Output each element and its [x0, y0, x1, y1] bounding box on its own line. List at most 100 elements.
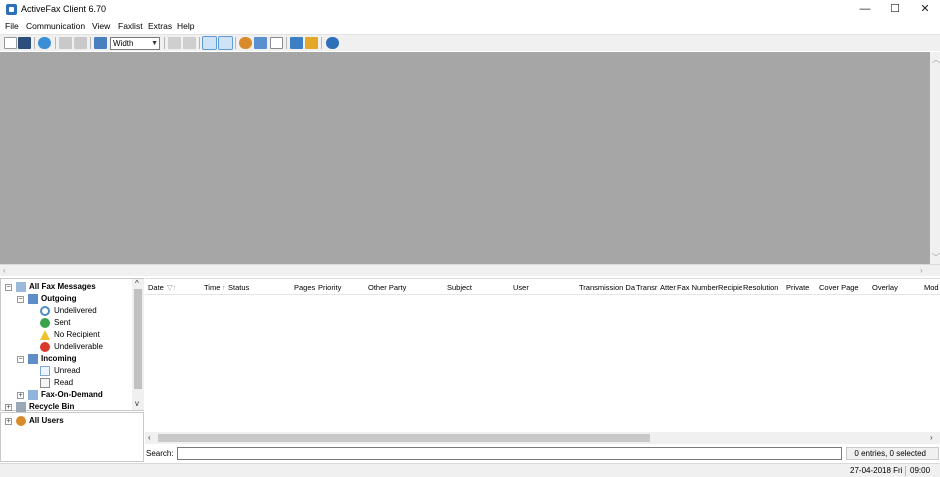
toolbar-separator [164, 37, 165, 49]
column-header-cover-page[interactable]: Cover Page [819, 283, 869, 292]
users-tree: + All Users [0, 412, 144, 462]
preview-horizontal-scrollbar[interactable]: ‹ › [0, 264, 940, 276]
envelope-icon [40, 366, 50, 376]
column-header-pages[interactable]: Pages [294, 283, 318, 292]
scroll-up-icon[interactable]: ^ [135, 279, 139, 288]
scrollbar-thumb[interactable] [158, 434, 650, 442]
print-preview-icon[interactable] [74, 37, 87, 49]
page-view-icon[interactable] [183, 37, 196, 49]
menu-file[interactable]: File [5, 21, 19, 31]
menu-help[interactable]: Help [177, 21, 194, 31]
column-header-priority[interactable]: Priority [318, 283, 366, 292]
column-header-time[interactable]: Time [204, 283, 224, 292]
fit-page-icon[interactable] [168, 37, 181, 49]
tree-item-fax-on-demand[interactable]: + Fax-On-Demand [17, 389, 129, 401]
tree-item-read[interactable]: Read [40, 377, 130, 389]
app-window: ActiveFax Client 6.70 — ☐ ✕ File Communi… [0, 0, 940, 477]
tree-item-incoming[interactable]: − Incoming [17, 353, 127, 365]
users-icon[interactable] [239, 37, 252, 49]
toolbar-separator [55, 37, 56, 49]
tree-vertical-scrollbar[interactable]: ^ v [132, 279, 144, 410]
tree-item-sent[interactable]: Sent [40, 317, 130, 329]
column-header-attempts[interactable]: Atter [660, 283, 677, 292]
close-button[interactable]: ✕ [910, 0, 940, 19]
column-header-status[interactable]: Status [228, 283, 288, 292]
list-view-icon[interactable] [202, 36, 217, 50]
scroll-right-icon[interactable]: › [930, 433, 933, 442]
column-header-overlay[interactable]: Overlay [872, 283, 922, 292]
collapse-icon[interactable]: − [17, 356, 24, 363]
preview-pane-icon[interactable] [218, 36, 233, 50]
fax-folder-icon [16, 282, 26, 292]
menu-view[interactable]: View [92, 21, 110, 31]
scrollbar-thumb[interactable] [134, 289, 142, 389]
expand-icon[interactable]: + [5, 404, 12, 411]
menu-extras[interactable]: Extras [148, 21, 172, 31]
column-header-user[interactable]: User [513, 283, 577, 292]
tree-item-outgoing[interactable]: − Outgoing [17, 293, 127, 305]
preview-vertical-scrollbar[interactable]: ︿ ﹀ [930, 52, 940, 264]
error-icon [40, 342, 50, 352]
column-header-other-party[interactable]: Other Party [368, 283, 444, 292]
column-header-transmission-date[interactable]: Transmission Dat [579, 283, 635, 292]
column-header-mode[interactable]: Mod [924, 283, 940, 292]
users-icon [16, 416, 26, 426]
column-header-recipient[interactable]: Recipie [718, 283, 742, 292]
maximize-button[interactable]: ☐ [880, 0, 910, 19]
phonebook-icon[interactable] [254, 37, 267, 49]
fax-on-demand-icon [28, 390, 38, 400]
list-horizontal-scrollbar[interactable]: ‹ › [145, 432, 940, 444]
new-icon[interactable] [4, 37, 17, 49]
column-header-transmission[interactable]: Transr [636, 283, 659, 292]
collapse-icon[interactable]: − [17, 296, 24, 303]
settings-icon[interactable] [290, 37, 303, 49]
document-icon[interactable] [270, 37, 283, 49]
print-icon[interactable] [59, 37, 72, 49]
tree-item-undeliverable[interactable]: Undeliverable [40, 341, 130, 353]
status-separator [905, 466, 906, 476]
expand-icon[interactable]: + [5, 418, 12, 425]
toolbar-separator [235, 37, 236, 49]
scroll-left-icon[interactable]: ‹ [3, 266, 6, 275]
scroll-right-icon[interactable]: › [920, 266, 923, 275]
tree-item-no-recipient[interactable]: No Recipient [40, 329, 130, 341]
tree-item-unread[interactable]: Unread [40, 365, 130, 377]
status-time: 09:00 [910, 466, 931, 475]
column-header-subject[interactable]: Subject [447, 283, 511, 292]
search-input[interactable] [177, 447, 842, 460]
save-icon[interactable] [18, 37, 31, 49]
scroll-down-icon[interactable]: v [135, 399, 139, 408]
minimize-button[interactable]: — [850, 0, 880, 19]
menu-faxlist[interactable]: Faxlist [118, 21, 143, 31]
entry-count: 0 entries, 0 selected [846, 447, 939, 460]
help-icon[interactable] [326, 37, 339, 49]
tree-item-undelivered[interactable]: Undelivered [40, 305, 130, 317]
toolbar-separator [90, 37, 91, 49]
folder-tree: − All Fax Messages − Outgoing Undelivere… [0, 278, 144, 412]
scroll-down-icon[interactable]: ﹀ [932, 252, 940, 263]
zoom-select[interactable]: Width ▼ [110, 37, 160, 50]
recycle-bin-icon [16, 402, 26, 412]
toolbar-separator [286, 37, 287, 49]
column-header-private[interactable]: Private [786, 283, 818, 292]
refresh-icon[interactable] [38, 37, 51, 49]
expand-icon[interactable]: + [17, 392, 24, 399]
zoom-select-value: Width [113, 39, 134, 48]
menu-communication[interactable]: Communication [26, 21, 85, 31]
key-icon[interactable] [305, 37, 318, 49]
column-header-resolution[interactable]: Resolution [743, 283, 783, 292]
toolbar-separator [199, 37, 200, 49]
title-bar[interactable]: ActiveFax Client 6.70 — ☐ ✕ [0, 0, 940, 19]
scroll-up-icon[interactable]: ︿ [932, 54, 940, 65]
status-date: 27-04-2018 Fri [850, 466, 903, 475]
column-header-fax-number[interactable]: Fax Number [677, 283, 718, 292]
fax-preview-pane[interactable] [0, 52, 930, 264]
menu-bar: File Communication View Faxlist Extras H… [0, 19, 940, 33]
chevron-down-icon: ▼ [151, 40, 158, 47]
check-icon [40, 318, 50, 328]
tree-item-all-users[interactable]: + All Users [5, 415, 125, 427]
monitor-icon[interactable] [94, 37, 107, 49]
collapse-icon[interactable]: − [5, 284, 12, 291]
scroll-left-icon[interactable]: ‹ [148, 433, 151, 442]
tree-item-all-fax-messages[interactable]: − All Fax Messages [5, 281, 130, 293]
